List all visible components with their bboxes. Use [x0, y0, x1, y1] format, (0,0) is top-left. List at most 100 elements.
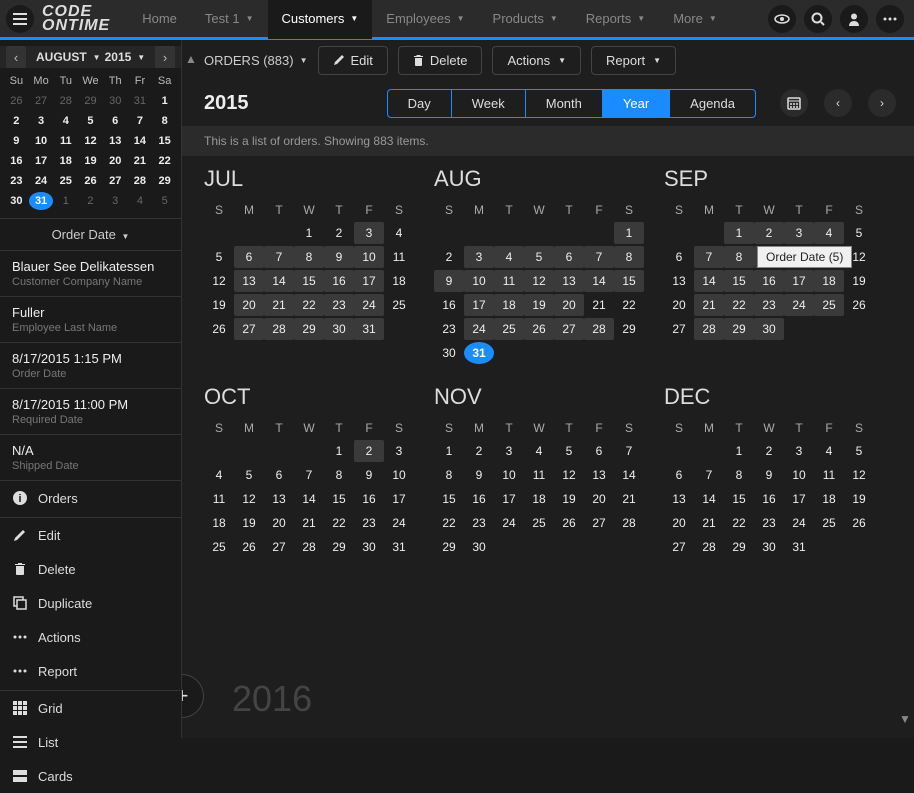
side-action-actions[interactable]: Actions — [0, 620, 181, 654]
day-cell[interactable]: 22 — [724, 294, 754, 316]
day-cell[interactable]: 12 — [524, 270, 554, 292]
mini-day[interactable]: 12 — [78, 132, 103, 150]
day-cell[interactable]: 26 — [844, 512, 874, 534]
day-cell[interactable]: 8 — [614, 246, 644, 268]
day-cell[interactable]: 25 — [524, 512, 554, 534]
day-cell[interactable]: 18 — [524, 488, 554, 510]
day-cell[interactable]: 29 — [724, 536, 754, 558]
day-cell[interactable]: 15 — [324, 488, 354, 510]
detail-block[interactable]: 8/17/2015 11:00 PMRequired Date — [0, 389, 181, 435]
side-action-edit[interactable]: Edit — [0, 518, 181, 552]
menu-button[interactable] — [6, 5, 34, 33]
day-cell[interactable]: 29 — [294, 318, 324, 340]
day-cell[interactable]: 31 — [354, 318, 384, 340]
day-cell[interactable]: 24 — [784, 512, 814, 534]
day-cell[interactable]: 6 — [264, 464, 294, 486]
day-cell[interactable]: 25 — [814, 294, 844, 316]
day-cell[interactable]: 30 — [324, 318, 354, 340]
edit-button[interactable]: Edit — [318, 46, 388, 75]
mini-day[interactable]: 20 — [103, 152, 128, 170]
report-button[interactable]: Report▼ — [591, 46, 676, 75]
day-cell[interactable]: 18 — [384, 270, 414, 292]
day-cell[interactable]: 11 — [204, 488, 234, 510]
mini-day[interactable]: 15 — [152, 132, 177, 150]
day-cell[interactable]: 4 — [204, 464, 234, 486]
mini-day[interactable]: 7 — [128, 112, 153, 130]
day-cell[interactable]: 21 — [584, 294, 614, 316]
day-cell[interactable]: 13 — [584, 464, 614, 486]
day-cell[interactable]: 17 — [384, 488, 414, 510]
day-cell[interactable]: 5 — [554, 440, 584, 462]
day-cell[interactable]: 27 — [664, 536, 694, 558]
day-cell[interactable]: 18 — [814, 270, 844, 292]
day-cell[interactable]: 19 — [554, 488, 584, 510]
day-cell[interactable]: 1 — [724, 440, 754, 462]
day-cell[interactable]: 27 — [264, 536, 294, 558]
day-cell[interactable]: 8 — [724, 464, 754, 486]
mini-day[interactable]: 11 — [53, 132, 78, 150]
nav-item-reports[interactable]: Reports▼ — [572, 0, 659, 39]
mini-day[interactable]: 4 — [53, 112, 78, 130]
mini-day[interactable]: 27 — [103, 172, 128, 190]
scroll-up-arrow[interactable]: ▲ — [182, 40, 200, 78]
day-cell[interactable]: 28 — [584, 318, 614, 340]
day-cell[interactable]: 5 — [234, 464, 264, 486]
mini-cal-prev[interactable]: ‹ — [6, 46, 26, 68]
mini-day[interactable]: 16 — [4, 152, 29, 170]
day-cell[interactable]: 2 — [464, 440, 494, 462]
nav-item-home[interactable]: Home — [128, 0, 191, 39]
day-cell[interactable]: 22 — [294, 294, 324, 316]
day-cell[interactable]: 4 — [814, 222, 844, 244]
day-cell[interactable]: 12 — [204, 270, 234, 292]
mini-day[interactable]: 24 — [29, 172, 54, 190]
day-cell[interactable]: 14 — [584, 270, 614, 292]
day-cell[interactable]: 23 — [434, 318, 464, 340]
day-cell[interactable]: 10 — [784, 464, 814, 486]
day-cell[interactable]: 19 — [234, 512, 264, 534]
side-action-cards[interactable]: Cards — [0, 759, 181, 793]
day-cell[interactable]: 18 — [814, 488, 844, 510]
day-cell[interactable]: 4 — [494, 246, 524, 268]
mini-day[interactable]: 28 — [53, 92, 78, 110]
day-cell[interactable]: 24 — [384, 512, 414, 534]
day-cell[interactable]: 30 — [754, 318, 784, 340]
day-cell[interactable]: 4 — [384, 222, 414, 244]
day-cell[interactable]: 14 — [614, 464, 644, 486]
day-cell[interactable]: 2 — [754, 440, 784, 462]
side-action-grid[interactable]: Grid — [0, 691, 181, 725]
actions-button[interactable]: Actions▼ — [492, 46, 581, 75]
day-cell[interactable]: 21 — [264, 294, 294, 316]
day-cell[interactable]: 9 — [464, 464, 494, 486]
day-cell[interactable]: 22 — [614, 294, 644, 316]
mini-day[interactable]: 25 — [53, 172, 78, 190]
segment-month[interactable]: Month — [526, 90, 603, 117]
day-cell[interactable]: 2 — [434, 246, 464, 268]
day-cell[interactable]: 2 — [754, 222, 784, 244]
day-cell[interactable]: 1 — [294, 222, 324, 244]
day-cell[interactable]: 9 — [324, 246, 354, 268]
day-cell[interactable]: 31 — [784, 536, 814, 558]
day-cell[interactable]: 19 — [524, 294, 554, 316]
segment-year[interactable]: Year — [603, 90, 670, 117]
day-cell[interactable]: 30 — [354, 536, 384, 558]
day-cell[interactable]: 17 — [784, 270, 814, 292]
detail-block[interactable]: FullerEmployee Last Name — [0, 297, 181, 343]
day-cell[interactable]: 28 — [264, 318, 294, 340]
segment-day[interactable]: Day — [388, 90, 452, 117]
day-cell[interactable]: 16 — [464, 488, 494, 510]
day-cell[interactable]: 8 — [324, 464, 354, 486]
day-cell[interactable]: 21 — [614, 488, 644, 510]
mini-day[interactable]: 30 — [103, 92, 128, 110]
day-cell[interactable]: 25 — [814, 512, 844, 534]
day-cell[interactable]: 12 — [554, 464, 584, 486]
day-cell[interactable]: 27 — [234, 318, 264, 340]
mini-day[interactable]: 4 — [128, 192, 153, 210]
day-cell[interactable]: 2 — [324, 222, 354, 244]
day-cell[interactable]: 15 — [434, 488, 464, 510]
mini-day[interactable]: 31 — [128, 92, 153, 110]
scroll-down-arrow[interactable]: ▼ — [896, 700, 914, 738]
day-cell[interactable]: 20 — [664, 512, 694, 534]
day-cell[interactable]: 12 — [844, 464, 874, 486]
mini-day[interactable]: 31 — [29, 192, 54, 210]
day-cell[interactable]: 18 — [494, 294, 524, 316]
